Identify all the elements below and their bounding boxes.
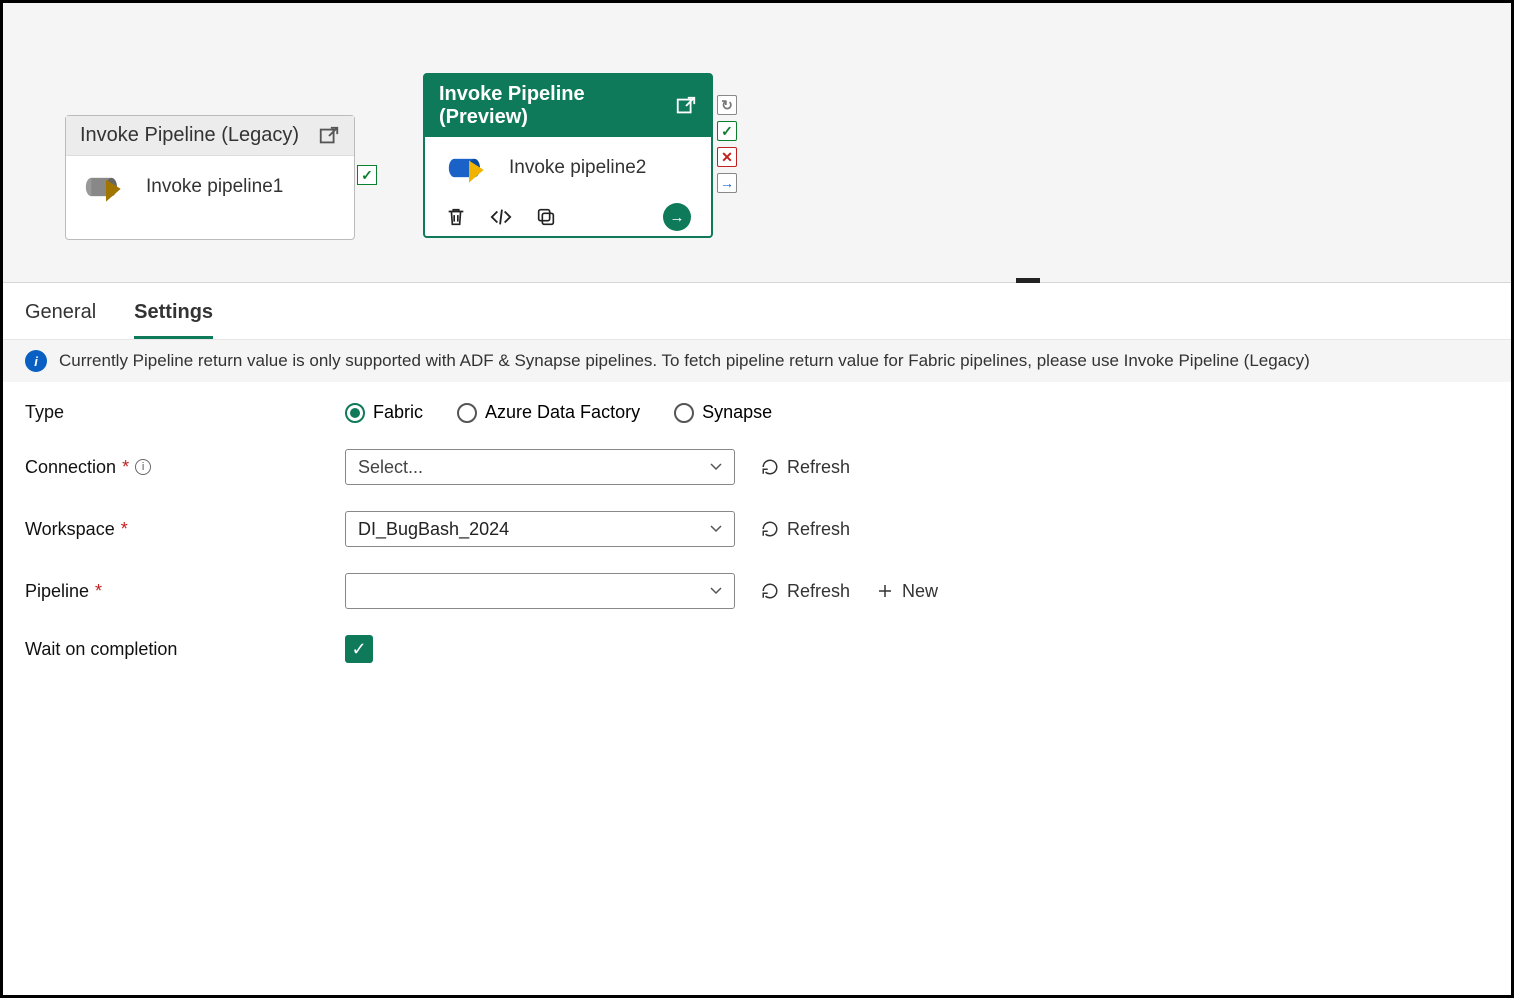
help-icon[interactable]: i bbox=[135, 459, 151, 475]
wait-on-completion-label: Wait on completion bbox=[25, 639, 345, 660]
wait-on-completion-checkbox[interactable]: ✓ bbox=[345, 635, 373, 663]
info-text: Currently Pipeline return value is only … bbox=[59, 351, 1310, 371]
required-mark: * bbox=[122, 457, 129, 478]
redo-icon[interactable]: ↻ bbox=[717, 95, 737, 115]
pipeline-refresh[interactable]: Refresh bbox=[761, 581, 850, 602]
open-external-icon[interactable] bbox=[675, 95, 697, 117]
info-bar: i Currently Pipeline return value is onl… bbox=[3, 340, 1511, 382]
copy-icon[interactable] bbox=[535, 206, 557, 228]
activity-invoke-pipeline-legacy[interactable]: Invoke Pipeline (Legacy) Invoke pipeline… bbox=[65, 115, 355, 240]
activity-name: Invoke pipeline2 bbox=[509, 157, 646, 179]
type-label: Type bbox=[25, 402, 345, 423]
delete-icon[interactable] bbox=[445, 206, 467, 228]
panel-tabs: General Settings bbox=[3, 283, 1511, 340]
pipeline-icon bbox=[447, 151, 491, 185]
tab-general[interactable]: General bbox=[25, 301, 96, 339]
connector-chips: ↻ ✓ ✕ → bbox=[717, 95, 737, 193]
required-mark: * bbox=[121, 519, 128, 540]
required-mark: * bbox=[95, 581, 102, 602]
activity-name: Invoke pipeline1 bbox=[146, 176, 283, 198]
activity-invoke-pipeline-preview[interactable]: Invoke Pipeline (Preview) Invoke pipelin… bbox=[423, 73, 713, 238]
activity-title: Invoke Pipeline (Preview) bbox=[439, 83, 675, 129]
open-external-icon[interactable] bbox=[318, 125, 340, 147]
properties-panel: General Settings i Currently Pipeline re… bbox=[3, 283, 1511, 709]
pipeline-new[interactable]: New bbox=[876, 581, 938, 602]
connection-refresh[interactable]: Refresh bbox=[761, 457, 850, 478]
pipeline-label: Pipeline bbox=[25, 581, 89, 602]
workspace-refresh[interactable]: Refresh bbox=[761, 519, 850, 540]
activity-toolbar: → bbox=[425, 199, 711, 241]
run-icon[interactable]: → bbox=[663, 203, 691, 231]
type-radio-fabric[interactable]: Fabric bbox=[345, 402, 423, 423]
info-icon: i bbox=[25, 350, 47, 372]
chevron-down-icon bbox=[710, 463, 722, 471]
success-handle-icon[interactable]: ✓ bbox=[717, 121, 737, 141]
code-icon[interactable] bbox=[489, 206, 513, 228]
workspace-label: Workspace bbox=[25, 519, 115, 540]
activity-title: Invoke Pipeline (Legacy) bbox=[80, 124, 299, 147]
chevron-down-icon bbox=[710, 525, 722, 533]
connection-select[interactable]: Select... bbox=[345, 449, 735, 485]
completion-handle-icon[interactable]: → bbox=[717, 173, 737, 193]
chevron-down-icon bbox=[710, 587, 722, 595]
failure-handle-icon[interactable]: ✕ bbox=[717, 147, 737, 167]
tab-settings[interactable]: Settings bbox=[134, 301, 213, 339]
success-indicator-icon: ✓ bbox=[357, 165, 377, 185]
type-radio-adf[interactable]: Azure Data Factory bbox=[457, 402, 640, 423]
pipeline-select[interactable] bbox=[345, 573, 735, 609]
connection-label: Connection bbox=[25, 457, 116, 478]
design-canvas[interactable]: Invoke Pipeline (Legacy) Invoke pipeline… bbox=[3, 3, 1511, 283]
resize-handle[interactable] bbox=[1016, 278, 1040, 283]
type-radio-synapse[interactable]: Synapse bbox=[674, 402, 772, 423]
type-radiogroup: Fabric Azure Data Factory Synapse bbox=[345, 402, 772, 423]
workspace-select[interactable]: DI_BugBash_2024 bbox=[345, 511, 735, 547]
pipeline-icon bbox=[84, 170, 128, 204]
